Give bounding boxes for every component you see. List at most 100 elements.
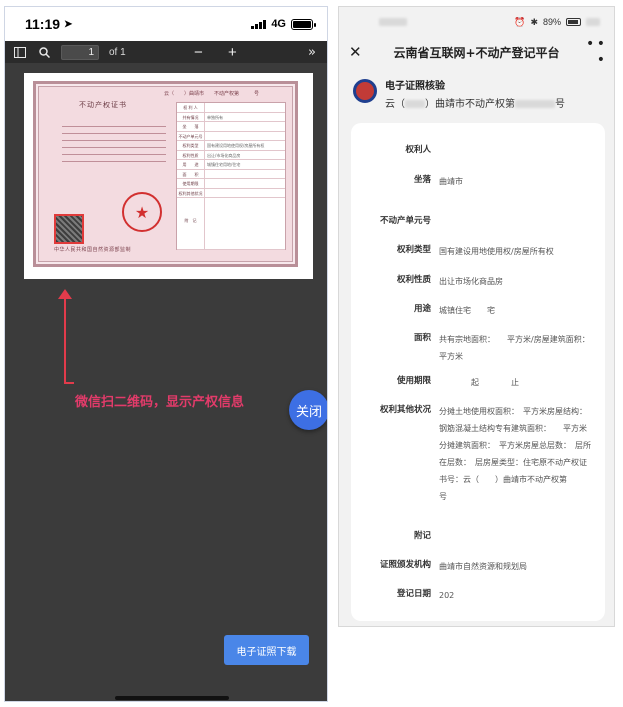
annotation-text: 微信扫二维码，显示产权信息 <box>75 395 245 410</box>
close-button[interactable]: 关闭 <box>289 390 327 430</box>
signal-icon <box>251 19 267 29</box>
certificate-table-label: 权利类型 <box>177 141 205 150</box>
info-label: 权利类型 <box>396 245 431 255</box>
certificate-table-value <box>205 170 285 179</box>
certificate-table-value: 单独所有 <box>207 114 223 120</box>
info-value: 分摊土地使用权面积： 平方米房屋结构：钢筋混凝土结构专有建筑面积： 平方米分摊建… <box>439 407 591 501</box>
cert-no-prefix: 云（ <box>385 99 405 110</box>
page-number-input[interactable]: 1 <box>61 44 99 60</box>
info-label: 权利性质 <box>396 275 431 285</box>
certificate-table-row: 面 积 <box>177 169 285 179</box>
nav-bar: ✕ 云南省互联网+不动产登记平台 • • • <box>339 36 614 68</box>
info-row: 附记 <box>351 529 605 543</box>
certificate-table-label: 权利性质 <box>177 150 205 159</box>
info-label: 权利其他状况 <box>379 405 431 415</box>
info-row: 面积 共有宗地面积： 平方米/房屋建筑面积： 平方米 <box>351 331 605 365</box>
close-icon[interactable]: ✕ <box>349 43 367 61</box>
search-icon[interactable] <box>37 45 51 59</box>
time-label: 11:19 <box>25 16 61 32</box>
download-certificate-button[interactable]: 电子证照下载 <box>224 635 309 665</box>
info-value: 国有建设用地使用权/房屋所有权 <box>439 247 554 256</box>
status-indicators: 4G <box>251 18 316 30</box>
info-row: 使用期限 起 止 <box>351 374 605 391</box>
info-value <box>439 214 605 228</box>
certificate-table-row: 不动产单元号 <box>177 131 285 141</box>
redacted-number <box>515 100 555 108</box>
status-blurred-icon <box>586 18 600 26</box>
certificate-table-value <box>205 103 285 112</box>
certificate-table-value <box>205 122 285 131</box>
certificate-table-row: 坐 落 <box>177 122 285 132</box>
certificate-number: 云（ ）曲靖市不动产权第 号 <box>385 95 565 110</box>
page-title: 云南省互联网+不动产登记平台 <box>393 45 560 60</box>
certificate-table-value <box>205 132 285 141</box>
registry-emblem-icon <box>353 79 377 103</box>
certificate-table-row: 用 途城镇住宅用地/住宅 <box>177 160 285 170</box>
more-options-icon[interactable]: • • • <box>586 36 605 68</box>
zoom-in-button[interactable]: + <box>224 44 240 61</box>
certificate-table-label: 不动产单元号 <box>177 131 205 140</box>
certificate-left-half: 不动产权证书 中华人民共和国自然资源部监制 <box>44 92 166 255</box>
info-row: 不动产单元号 <box>351 214 605 228</box>
info-value: 202 <box>439 591 455 600</box>
certificate-footer: 中华人民共和国自然资源部监制 <box>54 247 132 253</box>
certificate-table-value: 出让/市场化商品房 <box>207 152 241 158</box>
info-label: 不动产单元号 <box>379 216 431 226</box>
status-right-icons: ⏰ ✱ 89% <box>514 17 600 28</box>
certificate-table-row: 权利其他状况 <box>177 188 285 198</box>
info-label: 证照颁发机构 <box>379 560 431 570</box>
certificate-table-value <box>205 179 285 188</box>
arrow-line <box>64 295 66 383</box>
certificate-table-row: 使用期限 <box>177 179 285 189</box>
certificate-table-value: 国有建设用地使用权/房屋所有权 <box>207 143 265 148</box>
certificate-attachment-label: 附 记 <box>177 198 205 249</box>
info-label: 使用期限 <box>396 376 431 386</box>
certificate-table-label: 用 途 <box>177 160 205 169</box>
property-certificate-image: 不动产权证书 中华人民共和国自然资源部监制 云（ ）曲靖市 不动产权第 号 权 … <box>33 81 298 267</box>
certificate-info-panel: 权利人 坐落 曲靖市 不动产单元号 权利类型 国有建设用地使用权/房屋所有权 权利性质 出让市… <box>351 123 605 621</box>
certificate-table-value <box>205 189 285 198</box>
status-bar: 11:19 ➤ 4G <box>5 7 327 41</box>
status-bar-right: ⏰ ✱ 89% <box>339 7 614 37</box>
info-value: 共有宗地面积： 平方米/房屋建筑面积： 平方米 <box>439 335 602 361</box>
zoom-out-button[interactable]: − <box>190 44 206 61</box>
info-row: 用途 城镇住宅 宅 <box>351 302 605 319</box>
battery-icon <box>291 18 316 30</box>
redacted-year <box>405 100 425 108</box>
official-seal-icon <box>122 192 162 232</box>
double-chevron-right-icon[interactable]: » <box>305 45 319 60</box>
status-blurred-icons <box>379 18 407 26</box>
info-row: 登记日期 202 <box>351 587 605 604</box>
cert-no-middle: ）曲靖市不动产权第 <box>425 99 515 110</box>
info-value: 城镇住宅 宅 <box>439 306 495 315</box>
verification-title: 电子证照核验 <box>385 81 445 92</box>
info-label: 权利人 <box>405 145 431 155</box>
certificate-table: 权 利 人共有情况 单独所有坐 落不动产单元号 权利类型 国有建设用地使用权/房屋所有… <box>176 102 286 250</box>
left-phone-pdf-viewer: 11:19 ➤ 4G 1 of 1 − + » 不动产权证书 ★ 中华人民共和国… <box>4 6 328 702</box>
home-indicator <box>115 696 229 700</box>
certificate-table-row: 权利性质 出让/市场化商品房 <box>177 150 285 160</box>
status-left-icons <box>379 18 407 26</box>
info-label: 坐落 <box>413 175 431 185</box>
certificate-table-value: 城镇住宅用地/住宅 <box>207 162 241 167</box>
info-label: 面积 <box>413 333 431 343</box>
bluetooth-icon: ✱ <box>530 16 538 27</box>
sidebar-toggle-icon[interactable] <box>13 45 27 59</box>
comparison-screenshot: 11:19 ➤ 4G 1 of 1 − + » 不动产权证书 ★ 中华人民共和国… <box>0 0 623 707</box>
qr-code[interactable] <box>54 214 84 244</box>
network-label: 4G <box>271 18 286 30</box>
certificate-title: 不动产权证书 <box>79 101 127 109</box>
info-row: 权利类型 国有建设用地使用权/房屋所有权 <box>351 243 605 260</box>
certificate-attachment-cell: 附 记 <box>177 198 285 250</box>
page-total-label: of 1 <box>109 46 126 58</box>
pdf-document-area[interactable]: 不动产权证书 中华人民共和国自然资源部监制 云（ ）曲靖市 不动产权第 号 权 … <box>5 63 327 701</box>
info-value: 曲靖市自然资源和规划局 <box>439 562 527 571</box>
arrow-connector <box>64 382 74 384</box>
right-phone-verification-page: ⏰ ✱ 89% ✕ 云南省互联网+不动产登记平台 • • • 电子证照核验 云（… <box>338 6 615 627</box>
cert-no-suffix: 号 <box>555 99 565 110</box>
info-row: 坐落 曲靖市 <box>351 173 605 190</box>
certificate-body-text <box>62 120 166 168</box>
location-arrow-icon: ➤ <box>64 18 73 30</box>
alarm-icon: ⏰ <box>514 16 526 27</box>
info-value: 起 止 <box>439 378 519 387</box>
